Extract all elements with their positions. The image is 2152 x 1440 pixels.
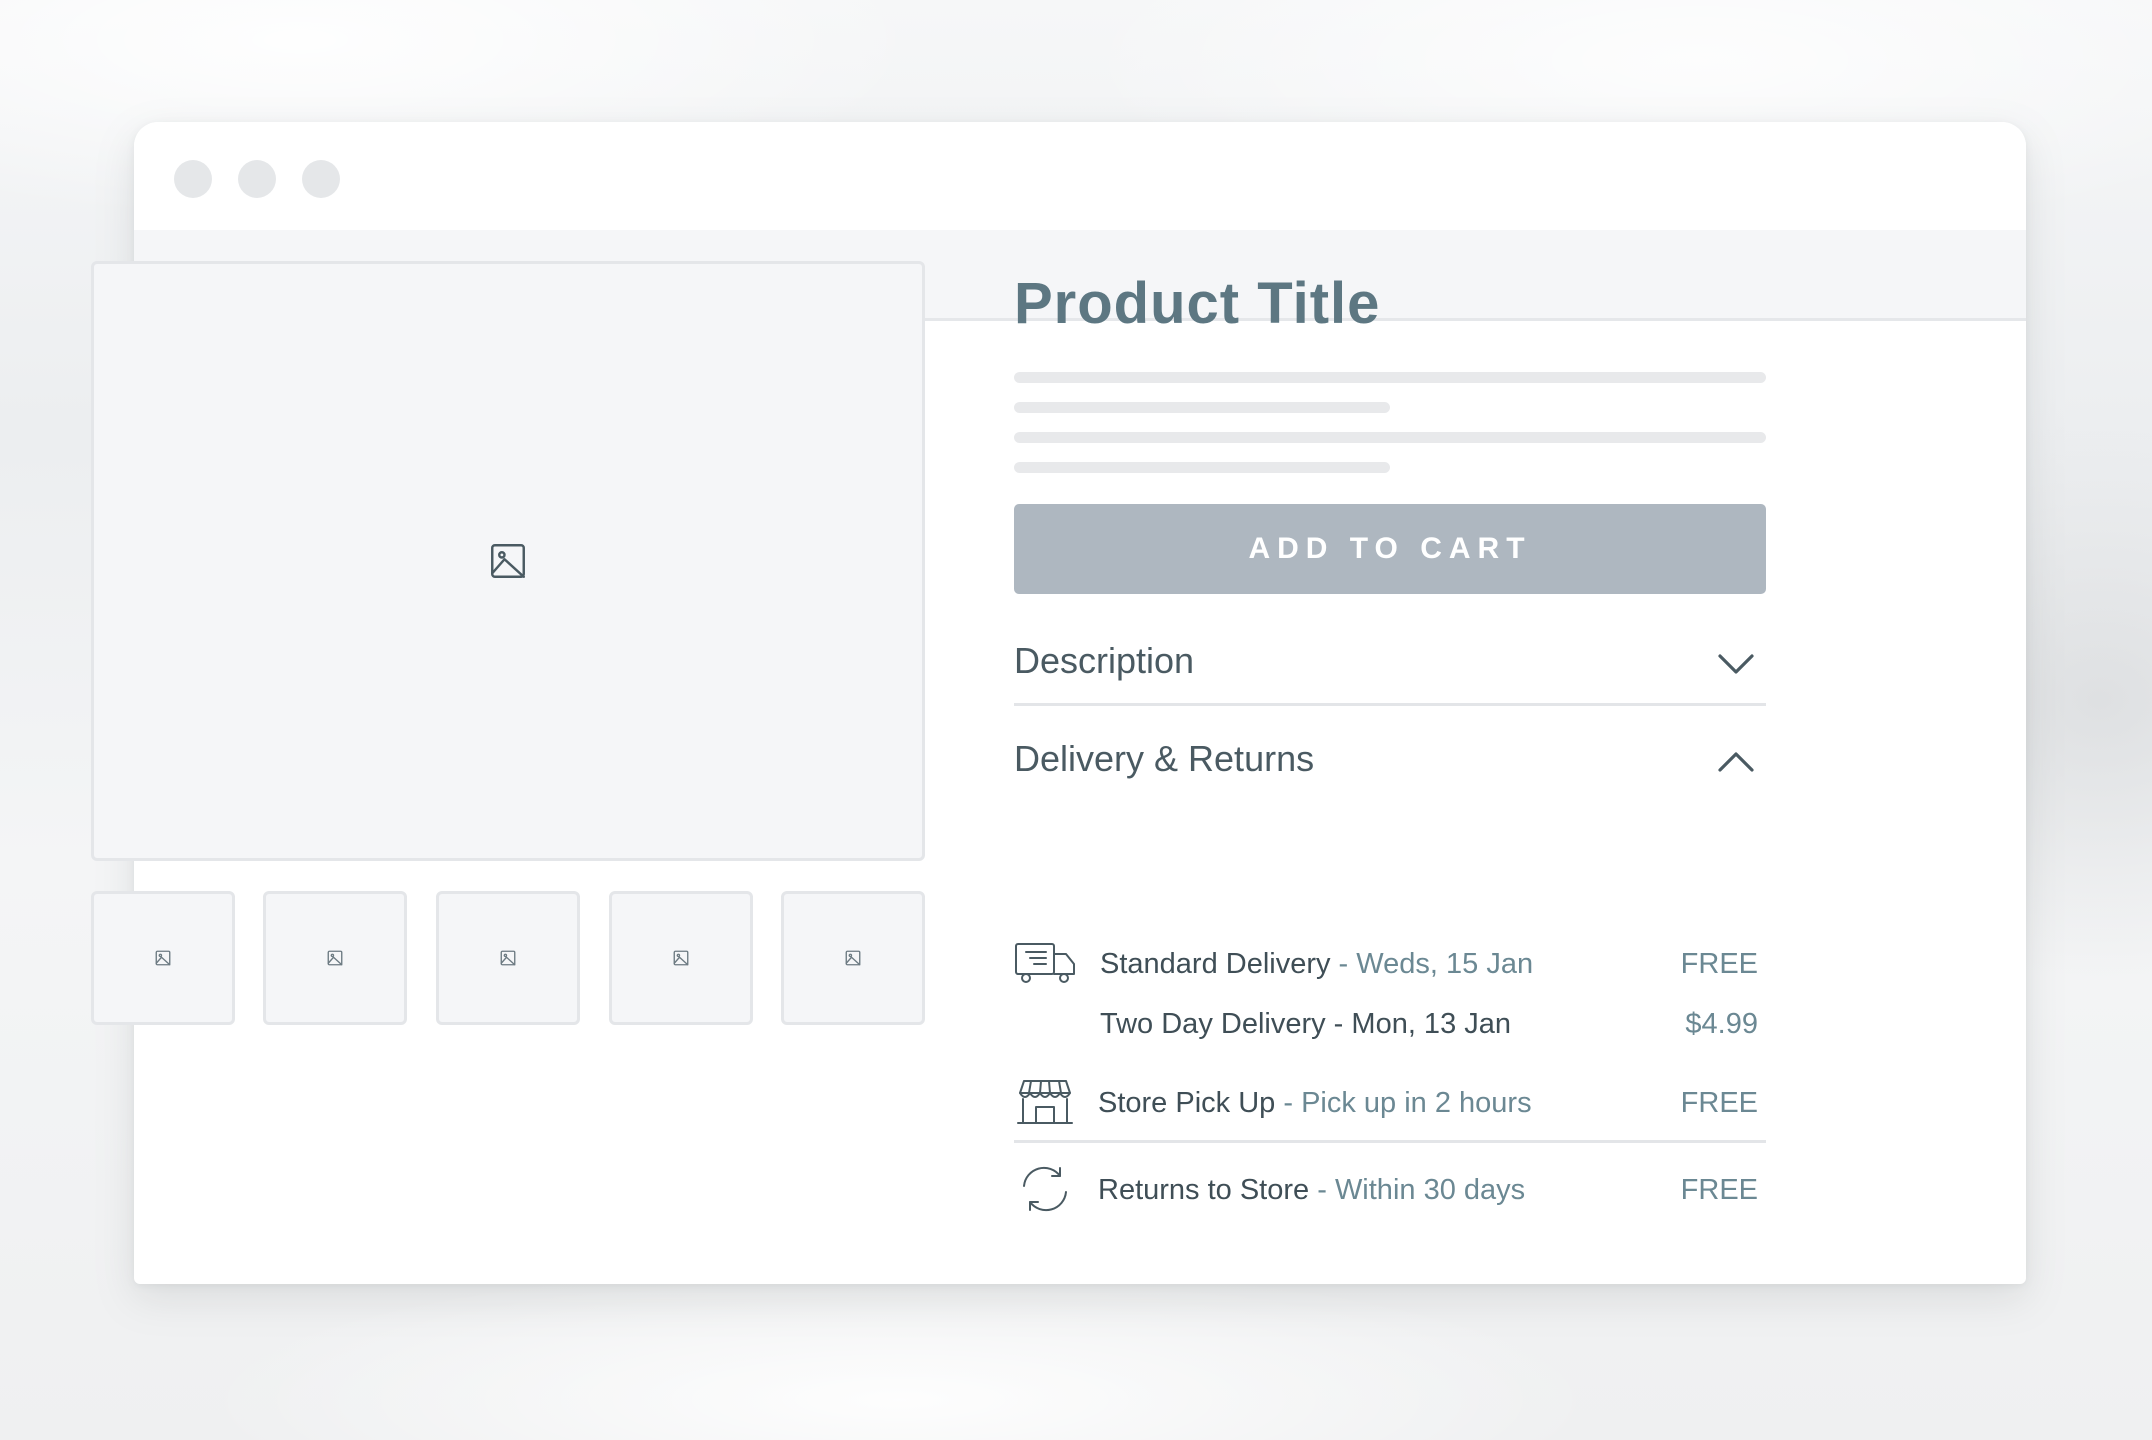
chevron-up-icon[interactable]: [1716, 742, 1756, 782]
delivery-option-separator: -: [1309, 1174, 1335, 1206]
returns-icon: [1023, 1166, 1067, 1212]
accordion-description-header[interactable]: Description: [1014, 634, 1766, 694]
image-icon: [500, 950, 516, 966]
image-icon: [155, 950, 171, 966]
add-to-cart-button[interactable]: ADD TO CART: [1014, 504, 1766, 594]
delivery-option-date: Mon, 13 Jan: [1351, 1008, 1512, 1040]
delivery-truck-icon: [1015, 943, 1075, 983]
product-thumbnails: [91, 891, 925, 1025]
delivery-option-price: $4.99: [1685, 1008, 1758, 1040]
image-icon: [845, 950, 861, 966]
description-placeholder-line: [1014, 432, 1766, 443]
accordion-description-title: Description: [1014, 640, 1195, 681]
accordion-delivery-header[interactable]: Delivery & Returns: [1014, 732, 1766, 792]
delivery-option-name: Store Pick Up: [1098, 1087, 1276, 1119]
window-control-close[interactable]: [174, 160, 212, 198]
delivery-option-label: Store Pick Up - Pick up in 2 hours: [1098, 1087, 1532, 1120]
delivery-option-label: Two Day Delivery - Mon, 13 Jan: [1100, 1008, 1511, 1041]
product-thumbnail[interactable]: [263, 891, 407, 1025]
accordion-divider: [1014, 703, 1766, 706]
description-placeholder-line: [1014, 462, 1390, 473]
product-main-image[interactable]: [91, 261, 925, 861]
description-placeholder-line: [1014, 372, 1766, 383]
delivery-option-row: Standard Delivery - Weds, 15 Jan FREE: [1014, 943, 1766, 988]
delivery-option-label: Returns to Store - Within 30 days: [1098, 1174, 1525, 1207]
accordion-delivery-title: Delivery & Returns: [1014, 738, 1315, 779]
delivery-option-row: Returns to Store - Within 30 days FREE: [1014, 1166, 1766, 1214]
image-icon: [673, 950, 689, 966]
delivery-option-separator: -: [1325, 1008, 1352, 1040]
delivery-option-row: Store Pick Up - Pick up in 2 hours FREE: [1014, 1080, 1766, 1127]
window-control-maximize[interactable]: [302, 160, 340, 198]
delivery-option-separator: -: [1275, 1087, 1302, 1119]
delivery-option-separator: -: [1330, 948, 1357, 980]
delivery-option-date: Weds, 15 Jan: [1356, 948, 1534, 980]
delivery-option-date: Within 30 days: [1334, 1174, 1526, 1206]
delivery-option-price: FREE: [1680, 1174, 1758, 1206]
accordion-divider: [1014, 1140, 1766, 1143]
product-thumbnail[interactable]: [91, 891, 235, 1025]
window-titlebar: [134, 122, 2026, 230]
store-icon: [1017, 1080, 1073, 1124]
product-thumbnail[interactable]: [781, 891, 925, 1025]
image-icon: [327, 950, 343, 966]
product-thumbnail[interactable]: [436, 891, 580, 1025]
delivery-option-name: Standard Delivery: [1100, 948, 1331, 980]
window-control-minimize[interactable]: [238, 160, 276, 198]
delivery-option-name: Returns to Store: [1098, 1174, 1310, 1206]
delivery-option-date: Pick up in 2 hours: [1301, 1087, 1532, 1119]
delivery-option-name: Two Day Delivery: [1100, 1008, 1326, 1040]
image-icon: [491, 544, 525, 578]
delivery-option-label: Standard Delivery - Weds, 15 Jan: [1100, 948, 1533, 981]
delivery-option-row: Two Day Delivery - Mon, 13 Jan $4.99: [1014, 1004, 1766, 1048]
delivery-option-price: FREE: [1680, 1087, 1758, 1119]
description-placeholder-line: [1014, 402, 1390, 413]
product-thumbnail[interactable]: [609, 891, 753, 1025]
product-title: Product Title: [1014, 271, 1381, 336]
delivery-option-price: FREE: [1680, 948, 1758, 980]
chevron-down-icon[interactable]: [1716, 644, 1756, 684]
